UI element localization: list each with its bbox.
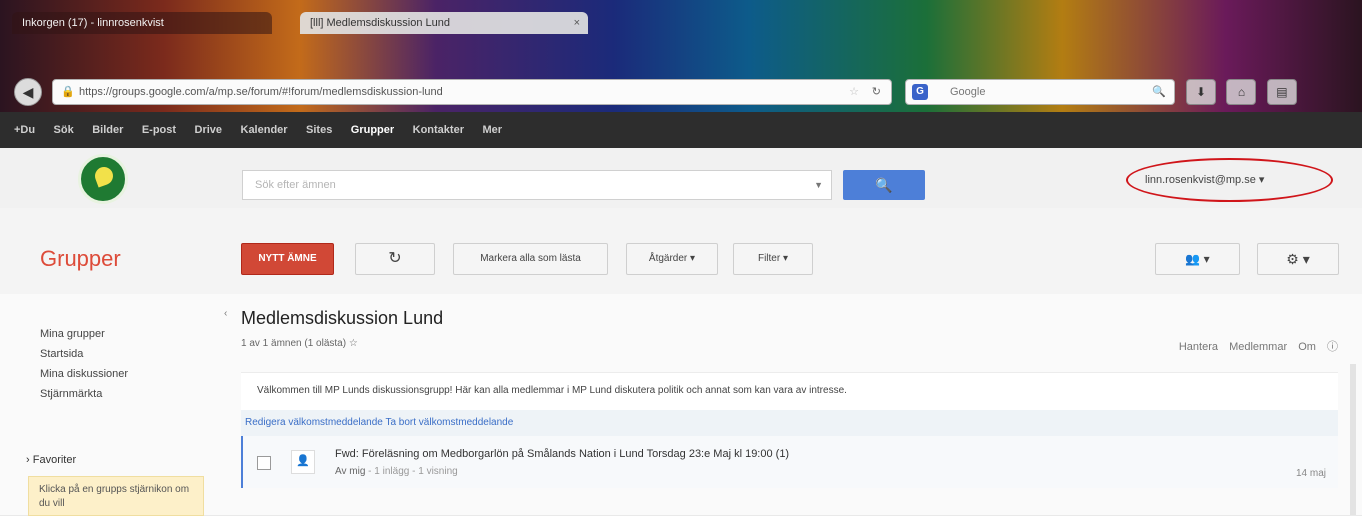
toolbar-buttons: ⬇ ⌂ ▤: [1186, 79, 1303, 105]
highlight-circle: [1126, 158, 1333, 202]
home-icon[interactable]: ⌂: [1226, 79, 1257, 105]
groups-toolbar: Grupper NYTT ÄMNE ↻ Markera alla som läs…: [0, 208, 1362, 295]
actions-button[interactable]: Åtgärder ▾: [626, 243, 718, 275]
refresh-button[interactable]: ↻: [355, 243, 435, 275]
members-button[interactable]: 👥 ▾: [1155, 243, 1240, 275]
people-icon: 👥: [1185, 252, 1201, 266]
topic-author[interactable]: Av mig: [335, 466, 365, 477]
favorites-toggle[interactable]: › Favoriter: [26, 454, 76, 466]
scrollbar[interactable]: [1350, 364, 1356, 515]
bookmarks-icon[interactable]: ▤: [1266, 79, 1297, 105]
search-input[interactable]: Sök efter ämnen ▼: [242, 170, 832, 200]
tab-strip: Inkorgen (17) - linnrosenkvist [lll] Med…: [0, 0, 1362, 36]
topic-views: 1 visning: [418, 466, 458, 477]
sidebar: Mina grupper Startsida Mina diskussioner…: [40, 324, 128, 404]
welcome-links[interactable]: Redigera välkomstmeddelande Ta bort välk…: [241, 410, 1338, 436]
tab-label: [lll] Medlemsdiskussion Lund: [310, 17, 451, 29]
favorites-label: Favoriter: [32, 454, 77, 466]
topic-count: 1 av 1 ämnen (1 olästa) ☆: [241, 338, 358, 349]
topic-checkbox[interactable]: [257, 456, 271, 470]
sidebar-item-home[interactable]: Startsida: [40, 344, 128, 364]
download-icon[interactable]: ⬇: [1186, 79, 1216, 105]
search-placeholder: Google: [950, 86, 986, 98]
manage-link[interactable]: Hantera: [1179, 341, 1218, 353]
gbar-more[interactable]: Mer: [482, 112, 502, 148]
gbar-search[interactable]: Sök: [54, 112, 74, 148]
page-title[interactable]: Grupper: [40, 246, 121, 272]
tab-inbox[interactable]: Inkorgen (17) - linnrosenkvist: [12, 12, 272, 34]
sidebar-item-my-groups[interactable]: Mina grupper: [40, 324, 128, 344]
forum-links: Hantera Medlemmar Om ⓘ: [1171, 338, 1338, 354]
gbar-groups[interactable]: Grupper: [351, 112, 394, 148]
gbar-calendar[interactable]: Kalender: [241, 112, 288, 148]
google-icon: G: [912, 84, 928, 100]
google-bar: +Du Sök Bilder E-post Drive Kalender Sit…: [0, 112, 1362, 148]
sidebar-item-starred[interactable]: Stjärnmärkta: [40, 384, 128, 404]
main-area: Mina grupper Startsida Mina diskussioner…: [0, 294, 1362, 516]
welcome-message: Välkommen till MP Lunds diskussionsgrupp…: [241, 372, 1338, 410]
search-button[interactable]: 🔍: [843, 170, 925, 200]
gbar-contacts[interactable]: Kontakter: [413, 112, 464, 148]
topic-count-text: 1 av 1 ämnen (1 olästa): [241, 338, 347, 349]
info-icon[interactable]: ⓘ: [1327, 341, 1338, 353]
members-link[interactable]: Medlemmar: [1229, 341, 1287, 353]
back-button[interactable]: ◀: [14, 78, 42, 106]
reload-icon[interactable]: ↻: [872, 80, 881, 104]
gear-icon: ⚙: [1286, 251, 1299, 267]
tab-label: Inkorgen (17) - linnrosenkvist: [22, 17, 164, 29]
chevron-down-icon[interactable]: ▼: [814, 171, 823, 199]
gbar-mail[interactable]: E-post: [142, 112, 176, 148]
favorites-hint: Klicka på en grupps stjärnikon om du vil…: [28, 476, 204, 516]
about-link[interactable]: Om: [1298, 341, 1316, 353]
settings-button[interactable]: ⚙ ▾: [1257, 243, 1339, 275]
search-placeholder: Sök efter ämnen: [255, 179, 336, 191]
avatar: 👤: [291, 450, 315, 474]
refresh-icon: ↻: [388, 250, 402, 267]
search-icon: 🔍: [875, 177, 893, 193]
sidebar-item-my-discussions[interactable]: Mina diskussioner: [40, 364, 128, 384]
lock-icon: 🔒: [61, 86, 75, 98]
table-row[interactable]: 👤 Fwd: Föreläsning om Medborgarlön på Sm…: [241, 436, 1338, 488]
browser-chrome: Inkorgen (17) - linnrosenkvist [lll] Med…: [0, 0, 1362, 112]
gbar-sites[interactable]: Sites: [306, 112, 332, 148]
address-bar[interactable]: 🔒 https://groups.google.com/a/mp.se/foru…: [52, 79, 892, 105]
forum-title: Medlemsdiskussion Lund: [241, 308, 444, 328]
star-icon[interactable]: ☆: [849, 80, 859, 104]
navigation-bar: ◀ 🔒 https://groups.google.com/a/mp.se/fo…: [0, 74, 1362, 112]
logo[interactable]: [78, 154, 128, 204]
topic-sep: -: [412, 466, 416, 477]
star-icon[interactable]: ☆: [349, 338, 358, 349]
groups-header: Sök efter ämnen ▼ 🔍 linn.rosenkvist@mp.s…: [0, 148, 1362, 209]
topic-posts: 1 inlägg: [374, 466, 410, 477]
topic-meta: Av mig - 1 inlägg - 1 visning: [335, 466, 458, 477]
gbar-drive[interactable]: Drive: [195, 112, 223, 148]
gbar-plus[interactable]: +Du: [14, 112, 35, 148]
close-icon[interactable]: ×: [574, 12, 580, 34]
search-icon[interactable]: 🔍: [1152, 80, 1166, 104]
topic-sep: -: [368, 466, 372, 477]
tab-forum[interactable]: [lll] Medlemsdiskussion Lund ×: [300, 12, 588, 34]
topic-subject[interactable]: Fwd: Föreläsning om Medborgarlön på Smål…: [335, 448, 789, 460]
filter-label: Filter: [757, 253, 781, 264]
collapse-icon[interactable]: ‹: [224, 308, 227, 319]
url-text: https://groups.google.com/a/mp.se/forum/…: [79, 86, 443, 98]
mark-all-read-button[interactable]: Markera alla som lästa: [453, 243, 608, 275]
gbar-images[interactable]: Bilder: [92, 112, 123, 148]
browser-search-input[interactable]: G Google 🔍: [905, 79, 1175, 105]
new-topic-button[interactable]: NYTT ÄMNE: [241, 243, 334, 275]
topic-date: 14 maj: [1295, 468, 1326, 479]
filter-button[interactable]: Filter ▾: [733, 243, 813, 275]
actions-label: Åtgärder: [648, 253, 688, 264]
